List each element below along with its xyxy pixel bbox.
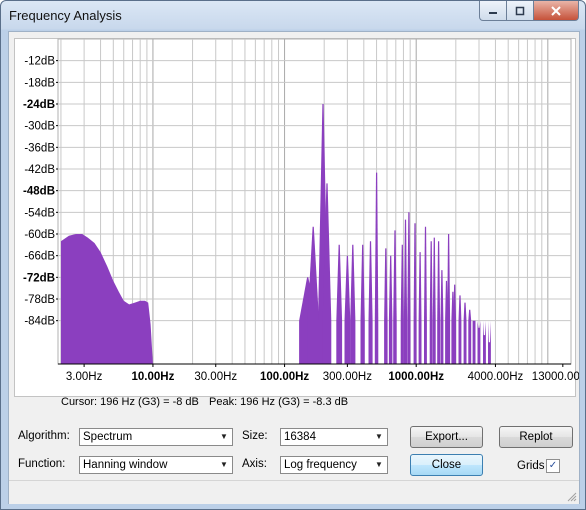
x-tick-label: 10.00Hz — [132, 371, 175, 383]
export-button[interactable]: Export... — [410, 426, 483, 448]
algorithm-label: Algorithm: — [18, 430, 70, 442]
y-tick-label: -60dB — [24, 229, 55, 241]
x-tick-label: 13000.00Hz — [532, 371, 579, 383]
x-tick-label: 3.00Hz — [66, 371, 103, 383]
x-tick-label: 1000.00Hz — [388, 371, 444, 383]
close-icon — [551, 5, 561, 16]
dialog-client-area: -12dB -18dB -24dB -30dB -36dB -42dB -48dB -54dB… — [8, 31, 580, 504]
resize-grip-icon[interactable] — [567, 492, 577, 502]
function-label: Function: — [18, 458, 66, 470]
close-button[interactable]: Close — [410, 454, 483, 476]
maximize-icon — [515, 6, 525, 15]
status-bar — [9, 480, 579, 504]
chevron-down-icon: ▼ — [375, 460, 383, 469]
close-window-button[interactable] — [534, 1, 579, 21]
spectrum-peak — [472, 320, 476, 364]
y-tick-label: -48dB — [23, 186, 55, 198]
chevron-down-icon: ▼ — [220, 460, 228, 469]
window-controls — [479, 1, 579, 21]
spectrum-chart: -12dB -18dB -24dB -30dB -36dB -42dB -48dB -54dB… — [23, 38, 579, 383]
y-tick-label: -84dB — [24, 316, 55, 328]
chevron-down-icon: ▼ — [375, 432, 383, 441]
axis-value: Log frequency — [284, 459, 357, 471]
y-tick-label: -36dB — [24, 142, 55, 154]
replot-button[interactable]: Replot — [499, 426, 573, 448]
y-tick-label: -66dB — [24, 251, 55, 263]
y-tick-label: -72dB — [23, 272, 55, 284]
algorithm-select[interactable]: Spectrum ▼ — [79, 428, 233, 446]
y-tick-label: -12dB — [24, 56, 55, 68]
chevron-down-icon: ▼ — [220, 432, 228, 441]
maximize-button[interactable] — [507, 1, 534, 21]
minimize-button[interactable] — [479, 1, 507, 21]
peak-readout: Peak: 196 Hz (G3) = -8.3 dB — [209, 396, 349, 408]
frequency-analysis-window: Frequency Analysis -12dB -18dB -24dB -30dB -… — [0, 0, 586, 510]
cursor-readout: Cursor: 196 Hz (G3) = -8 dB — [61, 396, 199, 408]
y-tick-label: -24dB — [23, 99, 55, 111]
spectrum-peak — [468, 309, 472, 364]
axis-select[interactable]: Log frequency ▼ — [280, 456, 388, 474]
grids-checkbox[interactable]: ✓ — [546, 459, 560, 473]
function-value: Hanning window — [83, 459, 168, 471]
y-tick-label: -54dB — [24, 207, 55, 219]
minimize-icon — [489, 11, 497, 14]
function-select[interactable]: Hanning window ▼ — [79, 456, 233, 474]
y-tick-label: -78dB — [24, 294, 55, 306]
axis-label: Axis: — [242, 458, 267, 470]
x-tick-label: 4000.00Hz — [468, 371, 524, 383]
size-select[interactable]: 16384 ▼ — [280, 428, 388, 446]
window-title: Frequency Analysis — [9, 8, 122, 23]
y-tick-label: -30dB — [24, 121, 55, 133]
title-bar[interactable]: Frequency Analysis — [1, 1, 585, 31]
size-value: 16384 — [284, 431, 316, 443]
y-tick-label: -42dB — [24, 164, 55, 176]
x-tick-label: 100.00Hz — [260, 371, 309, 383]
x-tick-label: 30.00Hz — [194, 371, 237, 383]
checkmark-icon: ✓ — [548, 460, 558, 471]
size-label: Size: — [242, 430, 268, 442]
algorithm-value: Spectrum — [83, 431, 133, 443]
x-tick-label: 300.00Hz — [323, 371, 372, 383]
y-tick-label: -18dB — [24, 77, 55, 89]
grids-label: Grids — [517, 460, 545, 472]
